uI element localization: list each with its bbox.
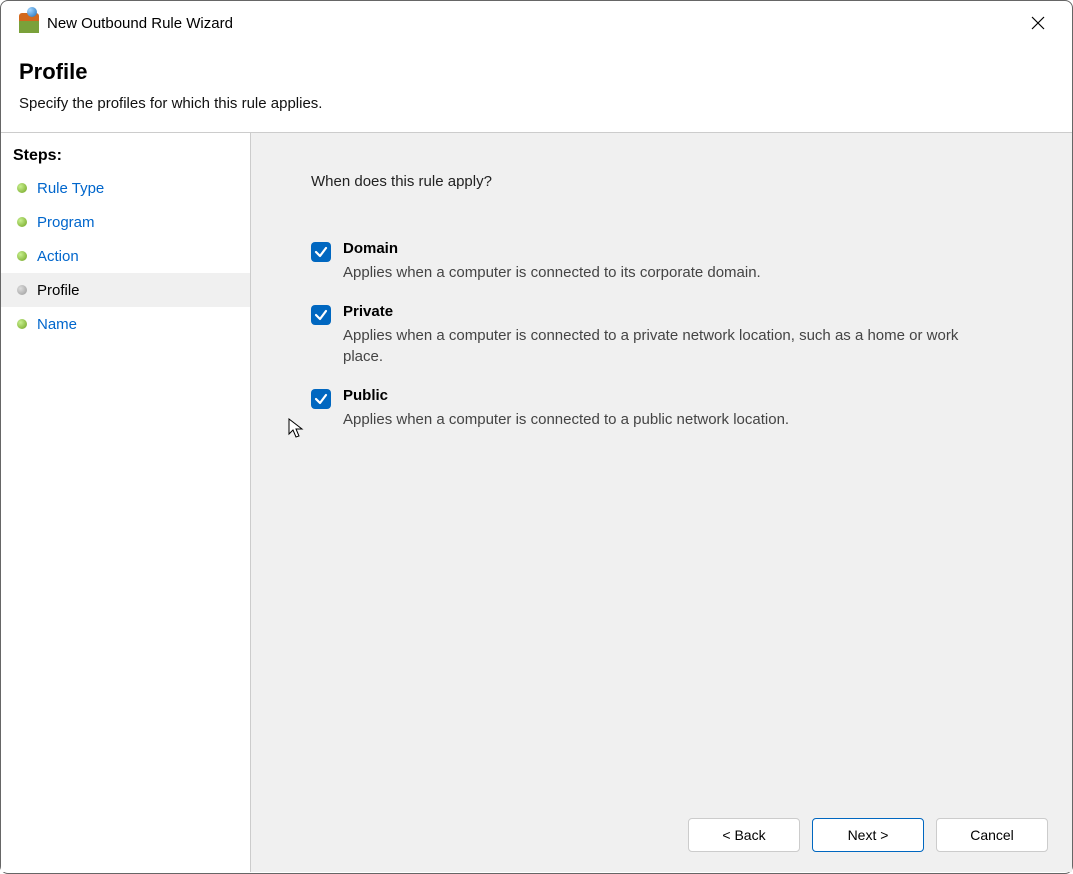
check-icon: [314, 308, 328, 322]
wizard-footer: < Back Next > Cancel: [688, 818, 1048, 852]
option-description: Applies when a computer is connected to …: [343, 263, 983, 283]
option-domain: Domain Applies when a computer is connec…: [311, 240, 1012, 289]
checkbox-domain[interactable]: [311, 242, 331, 262]
step-bullet-icon: [17, 319, 27, 329]
page-title: Profile: [19, 59, 1054, 85]
wizard-body: Steps: Rule Type Program Action Profile …: [1, 132, 1072, 872]
close-icon: [1031, 16, 1045, 30]
step-program[interactable]: Program: [1, 205, 250, 239]
check-icon: [314, 245, 328, 259]
firewall-icon: [19, 13, 39, 33]
close-button[interactable]: [1016, 7, 1060, 39]
option-label: Domain: [343, 240, 1012, 257]
step-name[interactable]: Name: [1, 307, 250, 341]
option-body: Public Applies when a computer is connec…: [343, 387, 1012, 436]
step-bullet-icon: [17, 285, 27, 295]
page-description: Specify the profiles for which this rule…: [19, 95, 1054, 112]
step-rule-type[interactable]: Rule Type: [1, 171, 250, 205]
step-label: Program: [37, 214, 95, 231]
checkbox-public[interactable]: [311, 389, 331, 409]
window-title: New Outbound Rule Wizard: [47, 15, 233, 32]
steps-heading: Steps:: [1, 143, 250, 171]
step-label: Rule Type: [37, 180, 104, 197]
titlebar: New Outbound Rule Wizard: [1, 1, 1072, 45]
back-button[interactable]: < Back: [688, 818, 800, 852]
page-header: Profile Specify the profiles for which t…: [1, 45, 1072, 132]
next-button[interactable]: Next >: [812, 818, 924, 852]
steps-sidebar: Steps: Rule Type Program Action Profile …: [1, 133, 251, 872]
option-body: Private Applies when a computer is conne…: [343, 303, 1012, 373]
step-bullet-icon: [17, 183, 27, 193]
main-panel: When does this rule apply? Domain Applie…: [251, 133, 1072, 872]
option-description: Applies when a computer is connected to …: [343, 326, 983, 367]
step-label: Action: [37, 248, 79, 265]
question-text: When does this rule apply?: [311, 173, 1012, 190]
cancel-button[interactable]: Cancel: [936, 818, 1048, 852]
option-private: Private Applies when a computer is conne…: [311, 303, 1012, 373]
option-label: Public: [343, 387, 1012, 404]
step-bullet-icon: [17, 217, 27, 227]
step-bullet-icon: [17, 251, 27, 261]
step-action[interactable]: Action: [1, 239, 250, 273]
option-description: Applies when a computer is connected to …: [343, 410, 983, 430]
check-icon: [314, 392, 328, 406]
step-label: Name: [37, 316, 77, 333]
option-body: Domain Applies when a computer is connec…: [343, 240, 1012, 289]
step-label: Profile: [37, 282, 80, 299]
option-public: Public Applies when a computer is connec…: [311, 387, 1012, 436]
mouse-cursor-icon: [288, 418, 306, 443]
option-label: Private: [343, 303, 1012, 320]
checkbox-private[interactable]: [311, 305, 331, 325]
step-profile: Profile: [1, 273, 250, 307]
